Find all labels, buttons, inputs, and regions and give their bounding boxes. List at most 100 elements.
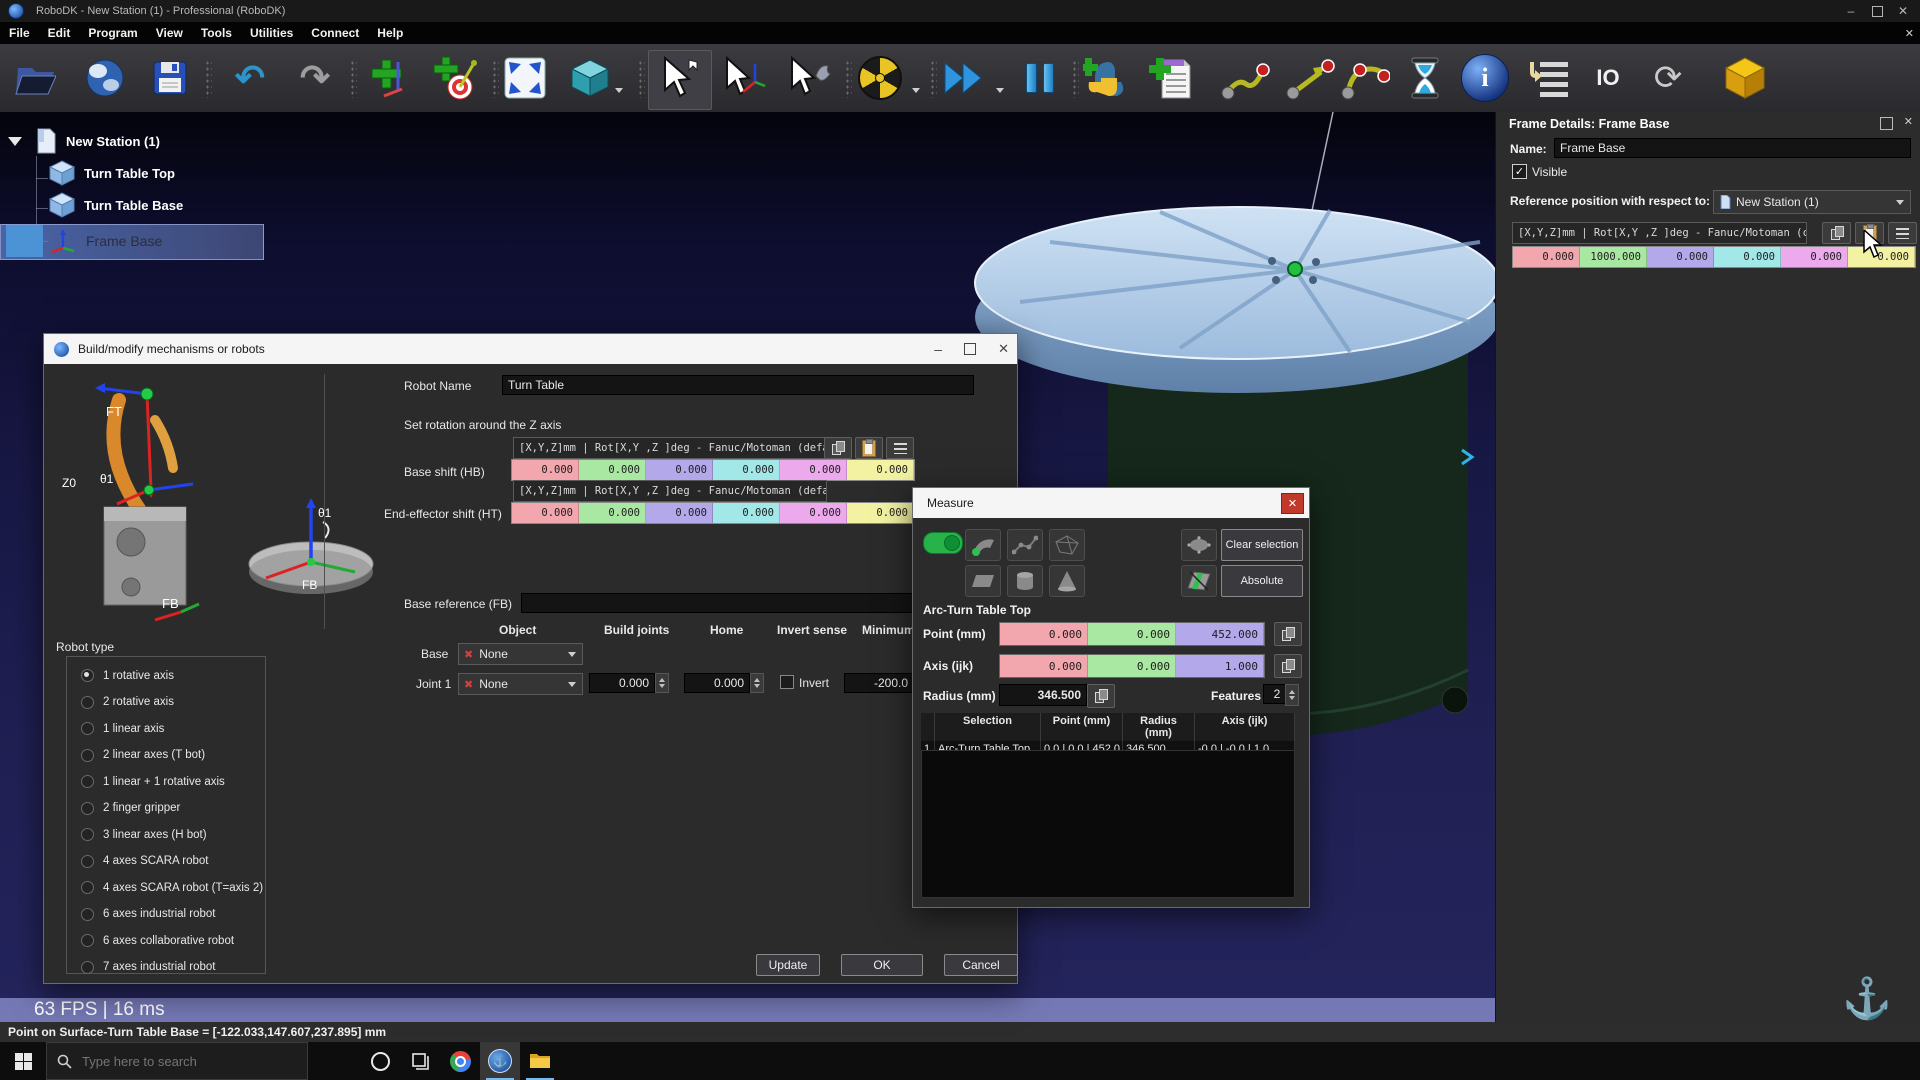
- undo-button[interactable]: ↶: [224, 52, 276, 104]
- pose-x-value[interactable]: 0.000: [512, 503, 579, 523]
- axis-header[interactable]: Axis (ijk): [1195, 713, 1295, 741]
- measure-sphere-button[interactable]: [1181, 529, 1217, 561]
- start-button[interactable]: [0, 1042, 46, 1080]
- update-button[interactable]: Update: [756, 954, 820, 976]
- pose-options-button[interactable]: [886, 437, 914, 459]
- pose-rz-value[interactable]: 0.000: [1848, 247, 1915, 267]
- pose-z-value[interactable]: 0.000: [1647, 247, 1714, 267]
- axis-i-value[interactable]: 0.000: [1000, 655, 1088, 677]
- spinner-arrows[interactable]: [750, 673, 764, 693]
- joint1-home-spinbox[interactable]: 0.000: [684, 673, 764, 693]
- end-effector-format-dropdown[interactable]: [X,Y,Z]mm | Rot[X,Y ,Z ]deg - Fanuc/Moto…: [513, 480, 827, 502]
- menu-program[interactable]: Program: [79, 26, 146, 40]
- point-header[interactable]: Point (mm): [1041, 713, 1123, 741]
- show-instruction-message-button[interactable]: i: [1459, 52, 1511, 104]
- select-tool-button[interactable]: [653, 52, 705, 104]
- robot-type-option[interactable]: 2 rotative axis: [81, 696, 263, 709]
- float-panel-icon[interactable]: [1880, 117, 1893, 130]
- cortana-button[interactable]: [360, 1042, 400, 1080]
- radius-header[interactable]: Radius (mm): [1123, 713, 1195, 741]
- dialog-minimize-button[interactable]: –: [934, 341, 942, 357]
- copy-pose-button[interactable]: [824, 437, 852, 459]
- pose-format-dropdown[interactable]: [X,Y,Z]mm | Rot[X,Y ,Z ]deg - Fanuc/Moto…: [1512, 222, 1807, 244]
- pose-y-value[interactable]: 1000.000: [1580, 247, 1647, 267]
- menu-help[interactable]: Help: [368, 26, 412, 40]
- base-object-dropdown[interactable]: ✖ None: [458, 643, 583, 665]
- axis-k-value[interactable]: 1.000: [1176, 655, 1264, 677]
- tree-item-frame-base[interactable]: Frame Base: [50, 228, 162, 254]
- robot-name-input[interactable]: [502, 375, 974, 395]
- robot-type-option[interactable]: 1 linear axis: [81, 722, 263, 735]
- pose-options-button[interactable]: [1888, 222, 1917, 244]
- dialog-maximize-button[interactable]: [964, 343, 976, 355]
- visible-checkbox[interactable]: ✓: [1512, 164, 1527, 179]
- features-spinner[interactable]: [1285, 684, 1299, 706]
- point-x-value[interactable]: 0.000: [1000, 623, 1088, 645]
- file-explorer-taskbar-button[interactable]: [520, 1042, 560, 1080]
- view-dropdown-caret[interactable]: [615, 88, 623, 93]
- robot-type-option[interactable]: 2 linear axes (T bot): [81, 749, 263, 762]
- pose-rx-value[interactable]: 0.000: [1714, 247, 1781, 267]
- robot-type-option[interactable]: 6 axes collaborative robot: [81, 934, 263, 947]
- spinner-arrows[interactable]: [655, 673, 669, 693]
- check-collisions-button[interactable]: [854, 52, 906, 104]
- open-online-library-button[interactable]: [79, 52, 131, 104]
- update-program-button[interactable]: ⟳: [1642, 52, 1694, 104]
- measure-cone-button[interactable]: [1049, 565, 1085, 597]
- base-shift-format-dropdown[interactable]: [X,Y,Z]mm | Rot[X,Y ,Z ]deg - Fanuc/Moto…: [513, 437, 827, 459]
- move-joint-instruction-button[interactable]: [1219, 52, 1271, 104]
- pose-rx-value[interactable]: 0.000: [713, 460, 780, 480]
- measure-reference-plane-button[interactable]: [1181, 565, 1217, 597]
- save-station-button[interactable]: [144, 52, 196, 104]
- task-view-button[interactable]: [400, 1042, 440, 1080]
- add-program-button[interactable]: [1144, 52, 1196, 104]
- export-simulation-button[interactable]: [1719, 52, 1771, 104]
- menu-connect[interactable]: Connect: [302, 26, 368, 40]
- robot-type-option[interactable]: 1 rotative axis: [81, 669, 263, 682]
- pose-x-value[interactable]: 0.000: [512, 460, 579, 480]
- add-reference-frame-button[interactable]: [364, 52, 416, 104]
- pause-simulation-button[interactable]: [1014, 52, 1066, 104]
- minimize-button[interactable]: –: [1838, 1, 1864, 21]
- minimum-limit-value[interactable]: -200.0: [844, 673, 914, 693]
- fast-simulation-button[interactable]: [939, 52, 991, 104]
- menu-utilities[interactable]: Utilities: [241, 26, 302, 40]
- pose-y-value[interactable]: 0.000: [579, 460, 646, 480]
- taskbar-search[interactable]: [46, 1042, 308, 1080]
- tree-expand-icon[interactable]: [8, 137, 22, 146]
- pose-x-value[interactable]: 0.000: [1513, 247, 1580, 267]
- move-linear-instruction-button[interactable]: [1284, 52, 1336, 104]
- pause-instruction-button[interactable]: [1399, 52, 1451, 104]
- axis-j-value[interactable]: 0.000: [1088, 655, 1176, 677]
- dialog-close-button[interactable]: ✕: [1281, 493, 1304, 514]
- tree-item-station[interactable]: New Station (1): [8, 128, 160, 154]
- dialog-close-button[interactable]: ✕: [998, 341, 1009, 357]
- program-call-button[interactable]: [1522, 52, 1574, 104]
- set-io-button[interactable]: IO: [1582, 52, 1634, 104]
- cancel-button[interactable]: Cancel: [944, 954, 1018, 976]
- simulation-speed-caret[interactable]: [996, 88, 1004, 93]
- add-target-button[interactable]: [429, 52, 481, 104]
- add-python-program-button[interactable]: [1079, 52, 1131, 104]
- selection-header[interactable]: Selection: [935, 713, 1041, 741]
- pose-ry-value[interactable]: 0.000: [1781, 247, 1848, 267]
- pose-ry-value[interactable]: 0.000: [780, 460, 847, 480]
- copy-point-button[interactable]: [1274, 622, 1302, 646]
- invert-checkbox[interactable]: [780, 675, 794, 689]
- measure-cylinder-button[interactable]: [1007, 565, 1043, 597]
- isometric-view-button[interactable]: [564, 52, 616, 104]
- dialog-title-bar[interactable]: Build/modify mechanisms or robots – ✕: [44, 334, 1017, 364]
- menu-view[interactable]: View: [147, 26, 192, 40]
- menubar-close-icon[interactable]: ✕: [1905, 27, 1914, 40]
- measure-mesh-button[interactable]: [1049, 529, 1085, 561]
- search-input[interactable]: [80, 1053, 284, 1070]
- robot-type-option[interactable]: 4 axes SCARA robot: [81, 855, 263, 868]
- fit-all-button[interactable]: [499, 52, 551, 104]
- reference-dropdown[interactable]: New Station (1): [1713, 190, 1911, 214]
- robot-type-option[interactable]: 1 linear + 1 rotative axis: [81, 775, 263, 788]
- pose-rz-value[interactable]: 0.000: [847, 503, 914, 523]
- frame-name-input[interactable]: [1554, 138, 1911, 158]
- robodk-taskbar-button[interactable]: ⚓: [480, 1042, 520, 1080]
- pose-z-value[interactable]: 0.000: [646, 460, 713, 480]
- ok-button[interactable]: OK: [841, 954, 923, 976]
